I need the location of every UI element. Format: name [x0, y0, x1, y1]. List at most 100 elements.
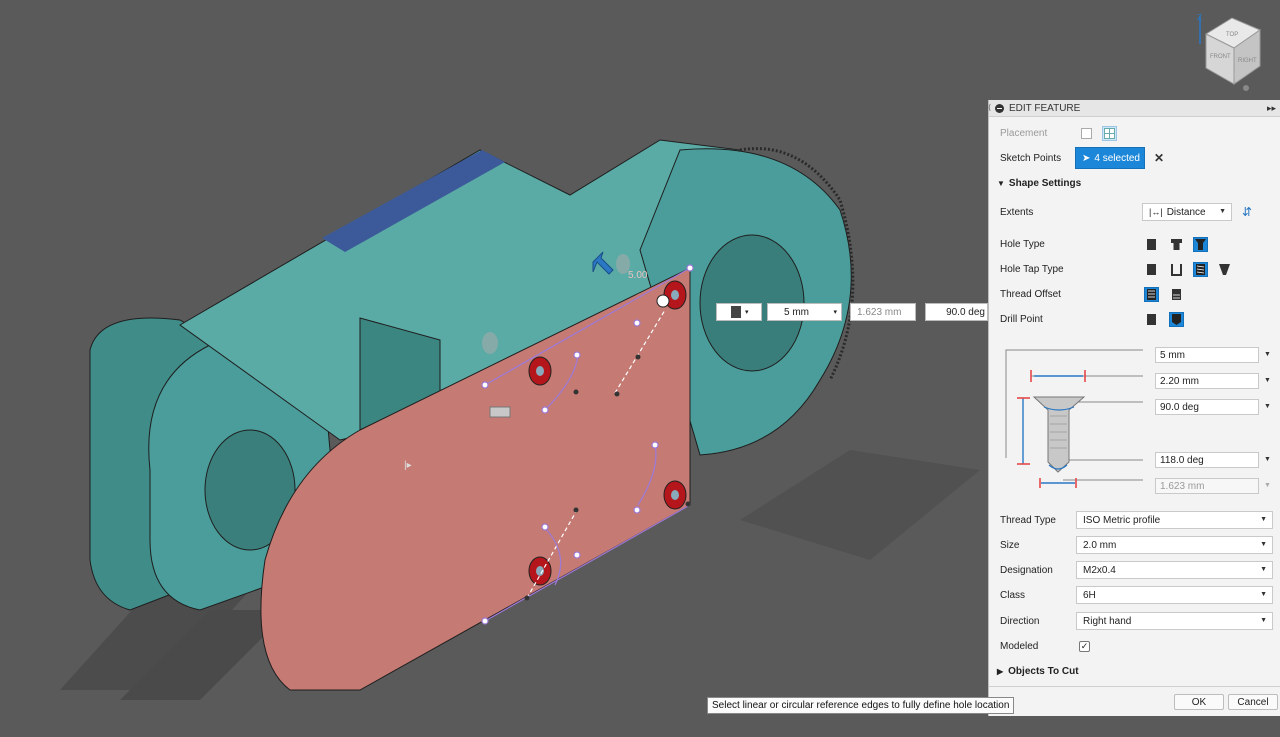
chevron-down-icon: ▼	[1219, 208, 1226, 215]
cube-front-label: FRONT	[1210, 54, 1231, 60]
sketch-points-label: Sketch Points	[1000, 152, 1062, 164]
countersink-angle-input[interactable]: 90.0 deg	[1155, 399, 1259, 415]
extents-value: Distance	[1166, 206, 1206, 218]
modeled-checkbox[interactable]: ✓	[1079, 640, 1090, 652]
modeled-row: Modeled ✓	[989, 635, 1280, 657]
placement-multiple-icon[interactable]	[1102, 125, 1117, 141]
size-label: Size	[1000, 539, 1020, 551]
drill-point-label: Drill Point	[1000, 313, 1043, 325]
shape-settings-label: Shape Settings	[1008, 177, 1082, 189]
hud-cs-diameter: 1.623 mm	[850, 303, 916, 321]
objects-to-cut-label: Objects To Cut	[1008, 665, 1079, 677]
depth-dropdown-icon[interactable]: ▼	[1264, 351, 1271, 358]
panel-title: EDIT FEATURE	[1009, 102, 1081, 114]
sketch-points-selection[interactable]: ➤ 4 selected	[1075, 147, 1145, 169]
collapse-arrow-icon: ▼	[997, 178, 1005, 188]
direction-dropdown[interactable]: Right hand ▼	[1076, 612, 1273, 630]
class-row: Class 6H ▼	[989, 584, 1280, 606]
view-cube[interactable]: Z TOP FRONT RIGHT	[1188, 10, 1270, 94]
chevron-down-icon: ▼	[1260, 617, 1267, 624]
tapped-icon[interactable]	[1193, 261, 1208, 277]
size-dropdown[interactable]: 2.0 mm ▼	[1076, 536, 1273, 554]
placement-single-icon[interactable]	[1079, 126, 1094, 141]
thread-offset-full-icon[interactable]	[1144, 286, 1159, 302]
thread-offset-row: Thread Offset	[989, 283, 1280, 305]
hole-type-dropdown[interactable]: ▾	[716, 303, 762, 321]
edit-feature-panel: ⟨ EDIT FEATURE ▸▸ Placement Sketch Point…	[988, 100, 1280, 716]
designation-label: Designation	[1000, 564, 1053, 576]
clear-selection-icon[interactable]: ✕	[1154, 151, 1164, 165]
class-dropdown[interactable]: 6H ▼	[1076, 586, 1273, 604]
ghost-dimension: 5.00	[628, 270, 648, 281]
counterbore-icon[interactable]	[1169, 237, 1184, 252]
thread-offset-label: Thread Offset	[1000, 288, 1061, 300]
extents-dropdown[interactable]: |↔| Distance ▼	[1142, 203, 1232, 221]
hint-tooltip: Select linear or circular reference edge…	[707, 697, 1015, 714]
manipulator-handle[interactable]	[656, 294, 670, 308]
size-row: Size 2.0 mm ▼	[989, 534, 1280, 556]
extents-row: Extents |↔| Distance ▼ ⇵	[989, 201, 1280, 223]
diameter-dropdown-icon[interactable]: ▼	[1264, 377, 1271, 384]
drill-angle-dropdown-icon[interactable]: ▼	[1264, 456, 1271, 463]
selection-count: 4 selected	[1094, 152, 1140, 164]
placement-row: Placement	[989, 122, 1280, 144]
cursor-arrow-icon: ➤	[1082, 152, 1091, 164]
cs-diameter-dropdown-icon: ▼	[1264, 482, 1271, 489]
flat-drill-icon[interactable]	[1144, 312, 1159, 327]
chevron-down-icon: ▼	[1260, 541, 1267, 548]
panel-header[interactable]: ⟨ EDIT FEATURE ▸▸	[988, 100, 1280, 117]
hole-type-row: Hole Type	[989, 233, 1280, 255]
ok-button[interactable]: OK	[1174, 694, 1224, 710]
cs-angle-dropdown-icon[interactable]: ▼	[1264, 403, 1271, 410]
cube-right-label: RIGHT	[1238, 58, 1257, 64]
flip-direction-icon[interactable]: ⇵	[1242, 205, 1252, 219]
hole-glyph-icon	[489, 406, 511, 418]
thread-offset-partial-icon[interactable]	[1169, 287, 1184, 302]
cancel-button[interactable]: Cancel	[1228, 694, 1278, 710]
drill-point-row: Drill Point	[989, 308, 1280, 330]
modeled-label: Modeled	[1000, 640, 1039, 652]
extents-label: Extents	[1000, 206, 1034, 218]
objects-to-cut-header[interactable]: ▶ Objects To Cut	[989, 660, 1280, 682]
direction-row: Direction Right hand ▼	[989, 610, 1280, 632]
hud-depth-input[interactable]: 5 mm ▾	[767, 303, 842, 321]
designation-dropdown[interactable]: M2x0.4 ▼	[1076, 561, 1273, 579]
thread-type-dropdown[interactable]: ISO Metric profile ▼	[1076, 511, 1273, 529]
thread-type-row: Thread Type ISO Metric profile ▼	[989, 509, 1280, 531]
hole-tap-type-row: Hole Tap Type	[989, 258, 1280, 280]
cube-top-label: TOP	[1226, 32, 1238, 38]
chevron-down-icon: ▼	[1260, 591, 1267, 598]
expand-right-icon[interactable]: ▸▸	[1267, 103, 1276, 114]
taper-tapped-icon[interactable]	[1217, 262, 1232, 277]
minimize-icon[interactable]	[995, 103, 1004, 113]
hole-marker[interactable]	[663, 480, 687, 510]
hole-diagram	[1005, 349, 1143, 488]
collapse-left-icon[interactable]: ⟨	[988, 103, 991, 112]
expand-arrow-icon: ▶	[997, 666, 1004, 676]
hole-type-label: Hole Type	[1000, 238, 1045, 250]
hud-angle-input[interactable]: 90.0 deg	[925, 303, 988, 321]
placement-label: Placement	[1000, 127, 1048, 139]
clearance-tap-icon[interactable]	[1169, 262, 1184, 277]
simple-hole-icon[interactable]	[1144, 237, 1159, 252]
thread-type-label: Thread Type	[1000, 514, 1056, 526]
sketch-points-row: Sketch Points ➤ 4 selected ✕	[989, 147, 1280, 169]
direction-label: Direction	[1000, 615, 1040, 627]
orientation-mark: |▸	[404, 460, 412, 471]
chevron-down-icon: ▼	[1260, 566, 1267, 573]
designation-row: Designation M2x0.4 ▼	[989, 559, 1280, 581]
simple-tap-icon[interactable]	[1144, 262, 1159, 277]
countersink-diameter-field: 1.623 mm	[1155, 478, 1259, 494]
shape-settings-header[interactable]: ▼ Shape Settings	[989, 172, 1280, 194]
depth-input[interactable]: 5 mm	[1155, 347, 1259, 363]
panel-footer: OK Cancel	[989, 686, 1280, 716]
chevron-down-icon: ▼	[1260, 516, 1267, 523]
hole-tap-type-label: Hole Tap Type	[1000, 263, 1064, 275]
angled-drill-icon[interactable]	[1169, 311, 1184, 327]
hole-diameter-input[interactable]: 2.20 mm	[1155, 373, 1259, 389]
hole-marker[interactable]	[528, 356, 552, 386]
countersink-icon[interactable]	[1193, 236, 1208, 252]
axis-z-label: Z	[1197, 13, 1202, 22]
class-label: Class	[1000, 589, 1026, 601]
drill-angle-input[interactable]: 118.0 deg	[1155, 452, 1259, 468]
